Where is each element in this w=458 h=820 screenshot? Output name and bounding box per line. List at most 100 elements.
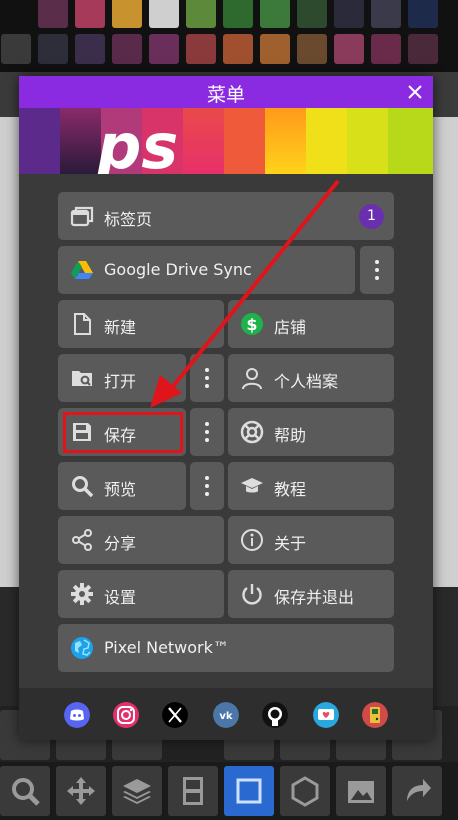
ps-logo-icon: ps — [97, 114, 178, 174]
more-vertical-icon — [205, 476, 209, 496]
profile-button[interactable]: 个人档案 — [228, 354, 394, 402]
lifebuoy-icon — [240, 420, 264, 444]
hexagon-icon — [291, 776, 319, 807]
layers-tool-button[interactable] — [112, 766, 162, 816]
open-more-button[interactable] — [190, 354, 224, 402]
redo-tool-button[interactable] — [392, 766, 442, 816]
share-button[interactable]: 分享 — [58, 516, 224, 564]
palette-swatch[interactable] — [186, 34, 216, 64]
profile-label: 个人档案 — [274, 372, 339, 391]
palette-swatch[interactable] — [223, 34, 253, 64]
tool-row-bottom — [0, 762, 458, 820]
palette-swatch[interactable] — [371, 34, 401, 64]
palette-swatch[interactable] — [75, 0, 105, 28]
save-and-exit-button[interactable]: 保存并退出 — [228, 570, 394, 618]
palette-swatch[interactable] — [297, 34, 327, 64]
shape-tool-button[interactable] — [280, 766, 330, 816]
pixel-network-label: Pixel Network™ — [104, 638, 229, 657]
preview-button[interactable]: 预览 — [58, 462, 186, 510]
store-button[interactable]: $ 店铺 — [228, 300, 394, 348]
palette-swatch[interactable] — [334, 34, 364, 64]
banner-image: ps — [19, 108, 433, 174]
palette-swatch[interactable] — [260, 0, 290, 28]
store-label: 店铺 — [274, 318, 307, 337]
preview-more-button[interactable] — [190, 462, 224, 510]
close-icon[interactable] — [405, 82, 425, 102]
dollar-icon: $ — [241, 313, 263, 335]
palette-swatch[interactable] — [112, 0, 142, 28]
graduation-cap-icon — [241, 478, 263, 493]
settings-button[interactable]: 设置 — [58, 570, 224, 618]
google-drive-more-button[interactable] — [360, 246, 394, 294]
open-button[interactable]: 打开 — [58, 354, 186, 402]
zoom-tool-button[interactable] — [0, 766, 50, 816]
save-more-button[interactable] — [190, 408, 224, 456]
palette-swatch[interactable] — [408, 34, 438, 64]
tabs-button[interactable]: 标签页 1 — [58, 192, 394, 240]
dialog-title: 菜单 — [206, 84, 245, 106]
palette-swatch[interactable] — [297, 0, 327, 28]
transform-tool-button[interactable] — [224, 766, 274, 816]
power-icon — [242, 584, 262, 605]
google-drive-sync-button[interactable]: Google Drive Sync — [58, 246, 355, 294]
film-icon — [183, 777, 203, 805]
svg-text:$: $ — [246, 315, 257, 334]
tabs-count-badge: 1 — [359, 204, 384, 229]
new-button[interactable]: 新建 — [58, 300, 224, 348]
social-links-bar: vk — [19, 688, 433, 740]
redo-icon — [407, 779, 431, 801]
github-icon[interactable] — [262, 702, 288, 728]
window-tabs-icon — [70, 206, 94, 227]
instagram-icon[interactable] — [113, 702, 139, 728]
more-vertical-icon — [205, 368, 209, 388]
vk-icon[interactable]: vk — [213, 702, 239, 728]
tutorial-button[interactable]: 教程 — [228, 462, 394, 510]
menu-dialog: 菜单 ps 标签页 1 Google Drive Sync 新建 $ 店铺 打开… — [19, 76, 433, 740]
palette-swatch[interactable] — [38, 34, 68, 64]
pixel-network-button[interactable]: Pixel Network™ — [58, 624, 394, 672]
palette-swatch[interactable] — [223, 0, 253, 28]
move-tool-button[interactable] — [56, 766, 106, 816]
palette-swatch[interactable] — [408, 0, 438, 28]
globe-icon — [71, 637, 93, 659]
new-file-icon — [74, 313, 91, 335]
image-icon — [348, 781, 374, 803]
tabs-label: 标签页 — [104, 210, 153, 229]
color-palette — [0, 0, 458, 72]
settings-label: 设置 — [104, 588, 137, 607]
magnifier-icon — [72, 476, 94, 498]
palette-swatch[interactable] — [1, 34, 31, 64]
x-icon[interactable] — [162, 702, 188, 728]
new-label: 新建 — [104, 318, 137, 337]
transform-icon — [236, 778, 262, 804]
gameboy-icon[interactable] — [362, 702, 388, 728]
about-button[interactable]: 关于 — [228, 516, 394, 564]
palette-swatch[interactable] — [186, 0, 216, 28]
google-drive-sync-label: Google Drive Sync — [104, 260, 252, 279]
heart-chat-icon[interactable] — [313, 702, 339, 728]
discord-icon[interactable] — [64, 702, 90, 728]
image-tool-button[interactable] — [336, 766, 386, 816]
palette-swatch[interactable] — [112, 34, 142, 64]
about-label: 关于 — [274, 534, 307, 553]
share-icon — [72, 529, 92, 551]
palette-swatch[interactable] — [75, 34, 105, 64]
layers-icon — [123, 779, 151, 804]
move-icon — [67, 777, 95, 805]
save-highlight-box — [63, 412, 183, 453]
animation-tool-button[interactable] — [168, 766, 218, 816]
tutorial-label: 教程 — [274, 480, 307, 499]
svg-text:vk: vk — [219, 711, 233, 722]
preview-label: 预览 — [104, 480, 137, 499]
open-label: 打开 — [104, 372, 137, 391]
google-drive-icon — [71, 261, 93, 279]
palette-swatch[interactable] — [149, 0, 179, 28]
magnifier-icon — [12, 778, 40, 806]
palette-swatch[interactable] — [260, 34, 290, 64]
palette-swatch[interactable] — [371, 0, 401, 28]
palette-swatch[interactable] — [334, 0, 364, 28]
palette-swatch[interactable] — [149, 34, 179, 64]
help-button[interactable]: 帮助 — [228, 408, 394, 456]
palette-swatch[interactable] — [38, 0, 68, 28]
info-icon — [241, 529, 263, 551]
